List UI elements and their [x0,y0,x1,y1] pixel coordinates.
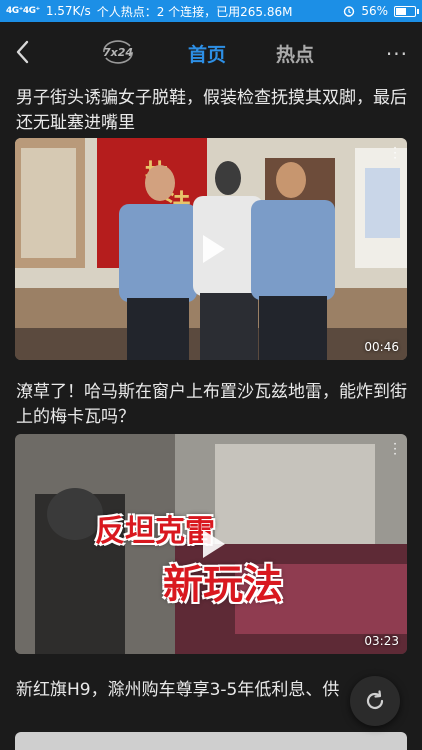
news-title[interactable]: 潦草了！哈马斯在窗户上布置沙瓦兹地雷，能炸到街上的梅卡瓦吗？ [16,380,408,430]
video-card[interactable] [15,732,407,750]
refresh-button[interactable] [350,676,400,726]
tab-home[interactable]: 首页 [188,40,226,67]
battery-percent: 56% [361,4,388,18]
card-more-icon[interactable]: · · · [393,142,397,164]
network-speed: 1.57K/s [45,4,91,18]
alarm-icon [344,6,355,17]
top-nav: 7x24 首页 热点 ··· [0,22,422,82]
refresh-icon [366,690,384,710]
logo-icon: 7x24 [103,40,133,64]
play-icon[interactable] [189,227,233,271]
video-card[interactable]: 反坦克雷 新玩法 · · · 03:23 [15,434,407,654]
status-bar: 4G⁺4G⁺ 1.57K/s 个人热点：2 个连接，已用265.86M 56% [0,0,422,22]
logo-text: 7x24 [103,46,133,59]
tab-hot[interactable]: 热点 [276,40,314,67]
signal-indicator: 4G⁺4G⁺ [6,6,40,16]
news-title[interactable]: 男子街头诱骗女子脱鞋，假装检查抚摸其双脚，最后还无耻塞进嘴里 [16,86,408,136]
app-logo[interactable]: 7x24 [100,40,136,64]
video-duration: 03:23 [364,634,399,648]
news-title[interactable]: 新红旗H9，滁州购车尊享3-5年低利息、供 [16,678,356,703]
card-more-icon[interactable]: · · · [393,438,397,460]
hotspot-status: 个人热点：2 个连接，已用265.86M [96,4,293,19]
play-icon[interactable] [189,522,233,566]
video-card[interactable]: 执 法 公 ··· 00:46 [15,138,407,360]
battery-icon [394,5,419,17]
back-arrow-icon[interactable] [12,38,34,66]
video-duration: 00:46 [364,340,399,354]
more-menu-button[interactable]: ··· [386,42,408,66]
